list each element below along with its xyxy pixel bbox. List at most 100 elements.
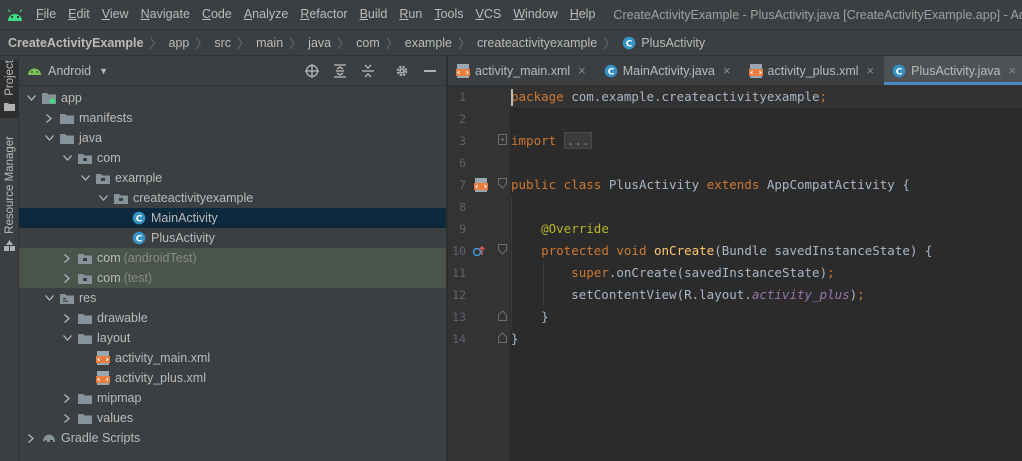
related-layout-icon[interactable] [474,178,488,192]
gutter-line: 2 [448,108,510,130]
breadcrumb-item[interactable]: PlusActivity [641,36,705,50]
expand-all-icon[interactable] [332,63,348,79]
menu-edit[interactable]: Edit [62,0,96,29]
editor-tab[interactable]: C PlusActivity.java × [884,56,1022,85]
fold-end-icon[interactable] [498,310,507,321]
chevron-right-icon[interactable] [61,308,73,328]
tree-item[interactable]: C PlusActivity [19,228,446,248]
tree-item[interactable]: Gradle Scripts [19,428,446,448]
fold-expand-icon[interactable] [498,134,507,145]
tree-item-label: com [97,151,121,165]
chevron-down-icon[interactable] [61,148,73,168]
tree-item[interactable]: createactivityexample [19,188,446,208]
menu-tools[interactable]: Tools [428,0,469,29]
menu-file[interactable]: File [30,0,62,29]
breadcrumb-item[interactable]: example [405,36,452,50]
override-method-icon[interactable] [472,244,486,258]
tree-item-suffix: (test) [123,271,153,285]
xml-file-icon [748,63,763,78]
menu-window[interactable]: Window [507,0,563,29]
chevron-right-icon[interactable] [61,268,73,288]
fold-marker-icon[interactable] [498,178,507,189]
tree-item[interactable]: java [19,128,446,148]
breadcrumb-item[interactable]: app [169,36,190,50]
menu-navigate[interactable]: Navigate [135,0,196,29]
tree-item[interactable]: activity_main.xml [19,348,446,368]
code-token: (Bundle savedInstanceState) { [714,243,933,258]
menu-refactor[interactable]: Refactor [294,0,353,29]
close-icon[interactable]: × [578,63,586,78]
chevron-down-icon[interactable] [61,328,73,348]
tree-item-label: res [79,291,97,305]
chevron-down-icon[interactable]: ▼ [99,66,108,76]
chevron-right-icon[interactable] [61,408,73,428]
tree-item[interactable]: example [19,168,446,188]
chevron-down-icon[interactable] [79,168,91,188]
breadcrumb-item[interactable]: src [214,36,231,50]
chevron-down-icon[interactable] [97,188,109,208]
editor-tab-label: activity_main.xml [475,63,571,78]
tree-item[interactable]: com (test) [19,268,446,288]
project-view-selector[interactable]: Android [48,64,91,78]
line-number: 9 [459,222,466,236]
chevron-right-icon[interactable] [43,108,55,128]
editor-tab[interactable]: activity_main.xml × [448,56,596,85]
tree-item[interactable]: res [19,288,446,308]
tree-item[interactable]: app [19,88,446,108]
tree-item[interactable]: com [19,148,446,168]
code-token: import [511,133,557,148]
tree-item-label: activity_plus.xml [115,371,206,385]
chevron-right-icon[interactable] [61,388,73,408]
project-tool-tab[interactable]: Project [0,60,19,118]
chevron-down-icon[interactable] [43,288,55,308]
breadcrumb: CreateActivityExample 〉 app 〉 src 〉 main 〉 java 〉… [0,29,1022,56]
tree-item[interactable]: drawable [19,308,446,328]
breadcrumb-item[interactable]: CreateActivityExample [8,36,143,50]
menu-build[interactable]: Build [354,0,394,29]
breadcrumb-separator-icon: 〉 [195,36,209,51]
editor-tab[interactable]: C MainActivity.java × [596,56,741,85]
menu-vcs[interactable]: VCS [470,0,508,29]
gear-icon[interactable] [394,63,410,79]
locate-file-icon[interactable] [304,63,320,79]
code-token: extends [706,177,760,192]
fold-marker-icon[interactable] [498,244,507,255]
editor-tab[interactable]: activity_plus.xml × [741,56,885,85]
fold-end-icon[interactable] [498,332,507,343]
code-area[interactable]: package com.example.createactivityexampl… [510,86,1022,461]
breadcrumb-item[interactable]: java [308,36,331,50]
chevron-down-icon[interactable] [43,128,55,148]
breadcrumb-item[interactable]: createactivityexample [477,36,597,50]
menu-help[interactable]: Help [564,0,602,29]
class-icon: C [622,36,636,50]
hide-panel-icon[interactable] [422,63,438,79]
editor-tabs: activity_main.xml × C MainActivity.java × act… [448,56,1022,86]
menu-run[interactable]: Run [393,0,428,29]
editor-area: activity_main.xml × C MainActivity.java × act… [448,56,1022,461]
tree-item[interactable]: layout [19,328,446,348]
menu-analyze[interactable]: Analyze [238,0,294,29]
tree-item[interactable]: values [19,408,446,428]
close-icon[interactable]: × [1009,63,1017,78]
chevron-right-icon[interactable] [61,248,73,268]
breadcrumb-item[interactable]: com [356,36,380,50]
collapse-all-icon[interactable] [360,63,376,79]
menu-view[interactable]: View [96,0,135,29]
tree-item[interactable]: manifests [19,108,446,128]
tree-item[interactable]: com (androidTest) [19,248,446,268]
tree-item[interactable]: activity_plus.xml [19,368,446,388]
menu-code[interactable]: Code [196,0,238,29]
tree-item[interactable]: C MainActivity [19,208,446,228]
code-line: @Override [510,218,1022,240]
close-icon[interactable]: × [723,63,731,78]
chevron-right-icon[interactable] [25,428,37,448]
project-tool-label: Project [3,60,16,96]
code-token: activity_plus [751,287,850,302]
code-token[interactable]: ... [563,132,593,149]
tree-item[interactable]: mipmap [19,388,446,408]
close-icon[interactable]: × [867,63,875,78]
breadcrumb-item[interactable]: main [256,36,283,50]
resource-manager-tool-tab[interactable]: Resource Manager [0,136,19,256]
chevron-down-icon[interactable] [25,88,37,108]
